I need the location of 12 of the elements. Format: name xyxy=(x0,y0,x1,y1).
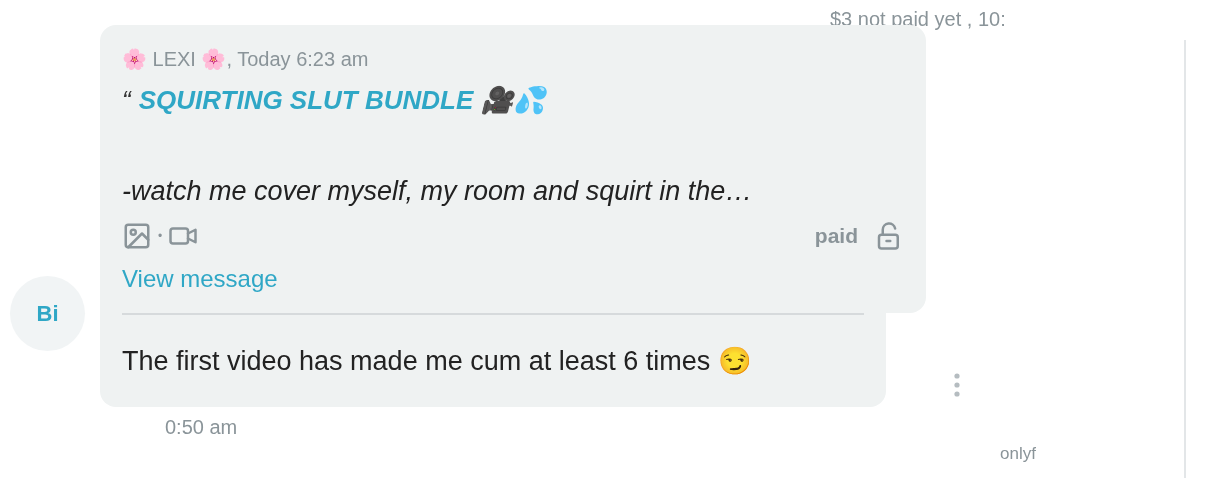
message-title: SQUIRTING SLUT BUNDLE 🎥💦 xyxy=(138,85,545,116)
view-message-link[interactable]: View message xyxy=(122,265,278,293)
footer-text: onlyf xyxy=(1000,444,1036,464)
reply-text: The first video has made me cum at least 6 times 😏 xyxy=(122,345,753,378)
image-icon xyxy=(122,221,152,251)
avatar[interactable]: Bi xyxy=(10,276,85,351)
sender-time: 🌸 LEXI 🌸, Today 6:23 am xyxy=(122,47,370,71)
reply-time: 0:50 am xyxy=(165,417,238,437)
quote-mark: “ xyxy=(122,85,131,116)
price-status: paid xyxy=(814,224,858,248)
separator-dot: • xyxy=(158,229,163,243)
message-preview: -watch me cover myself, my room and squirt in the… xyxy=(122,176,754,207)
